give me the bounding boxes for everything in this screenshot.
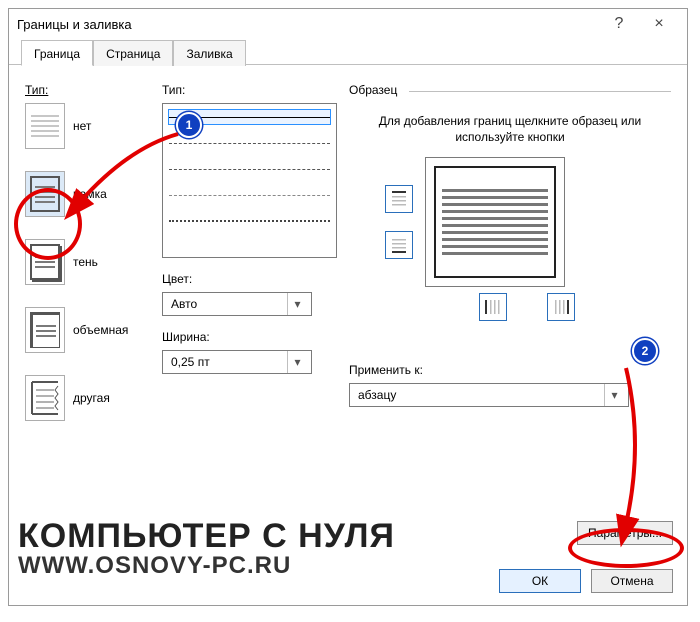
setting-custom-label: другая — [73, 391, 110, 405]
setting-none-icon — [25, 103, 65, 149]
apply-to-label: Применить к: — [349, 363, 671, 377]
setting-column: Тип: нет рамка тень объемная — [25, 83, 150, 443]
dialog-buttons: ОК Отмена — [499, 569, 673, 593]
setting-3d-label: объемная — [73, 323, 128, 337]
setting-custom-icon — [25, 375, 65, 421]
preview-label-row: Образец — [349, 83, 671, 97]
setting-box[interactable]: рамка — [25, 171, 150, 217]
setting-none-label: нет — [73, 119, 91, 133]
setting-3d[interactable]: объемная — [25, 307, 150, 353]
chevron-down-icon: ▾ — [287, 293, 307, 315]
width-field: Ширина: 0,25 пт ▾ — [162, 330, 337, 374]
line-style-dashed-small[interactable] — [169, 188, 330, 202]
setting-3d-icon — [25, 307, 65, 353]
border-left-button[interactable] — [479, 293, 507, 321]
line-style-solid[interactable] — [169, 110, 330, 124]
titlebar: Границы и заливка ? × — [9, 9, 687, 39]
color-field: Цвет: Авто ▾ — [162, 272, 337, 316]
setting-shadow[interactable]: тень — [25, 239, 150, 285]
line-style-dotted[interactable] — [169, 214, 330, 228]
chevron-down-icon: ▾ — [604, 384, 624, 406]
tab-page[interactable]: Страница — [93, 40, 173, 66]
borders-shading-dialog: Границы и заливка ? × Граница Страница З… — [8, 8, 688, 606]
width-label: Ширина: — [162, 330, 337, 344]
apply-to-value: абзацу — [358, 388, 396, 402]
close-button[interactable]: × — [639, 15, 679, 33]
tab-fill[interactable]: Заливка — [173, 40, 245, 66]
border-right-button[interactable] — [547, 293, 575, 321]
color-label: Цвет: — [162, 272, 337, 286]
dialog-title: Границы и заливка — [17, 17, 599, 32]
setting-shadow-label: тень — [73, 255, 98, 269]
line-style-dashed-2[interactable] — [169, 162, 330, 176]
line-style-dashed-1[interactable] — [169, 136, 330, 150]
help-button[interactable]: ? — [599, 15, 639, 33]
line-style-listbox[interactable] — [162, 103, 337, 258]
border-top-button[interactable] — [385, 185, 413, 213]
style-label: Тип: — [162, 83, 337, 97]
tab-strip: Граница Страница Заливка — [9, 39, 687, 65]
cancel-button[interactable]: Отмена — [591, 569, 673, 593]
setting-custom[interactable]: другая — [25, 375, 150, 421]
width-value: 0,25 пт — [171, 355, 210, 369]
tab-border[interactable]: Граница — [21, 40, 93, 66]
apply-to-select[interactable]: абзацу ▾ — [349, 383, 629, 407]
preview-sample[interactable] — [425, 157, 565, 287]
apply-to-field: Применить к: абзацу ▾ — [349, 363, 671, 407]
width-select[interactable]: 0,25 пт ▾ — [162, 350, 312, 374]
setting-label: Тип: — [25, 83, 150, 97]
style-column: Тип: Цвет: Авто ▾ Ширина: 0,25 пт ▾ — [162, 83, 337, 443]
setting-box-icon — [25, 171, 65, 217]
setting-shadow-icon — [25, 239, 65, 285]
ok-button[interactable]: ОК — [499, 569, 581, 593]
divider — [409, 91, 671, 92]
color-value: Авто — [171, 297, 197, 311]
setting-box-label: рамка — [73, 187, 107, 201]
options-button[interactable]: Параметры... — [577, 521, 673, 545]
color-select[interactable]: Авто ▾ — [162, 292, 312, 316]
preview-label: Образец — [349, 83, 397, 97]
setting-none[interactable]: нет — [25, 103, 150, 149]
preview-area — [385, 157, 635, 323]
preview-column: Образец Для добавления границ щелкните о… — [349, 83, 671, 443]
preview-hint: Для добавления границ щелкните образец и… — [369, 113, 651, 145]
chevron-down-icon: ▾ — [287, 351, 307, 373]
border-bottom-button[interactable] — [385, 231, 413, 259]
